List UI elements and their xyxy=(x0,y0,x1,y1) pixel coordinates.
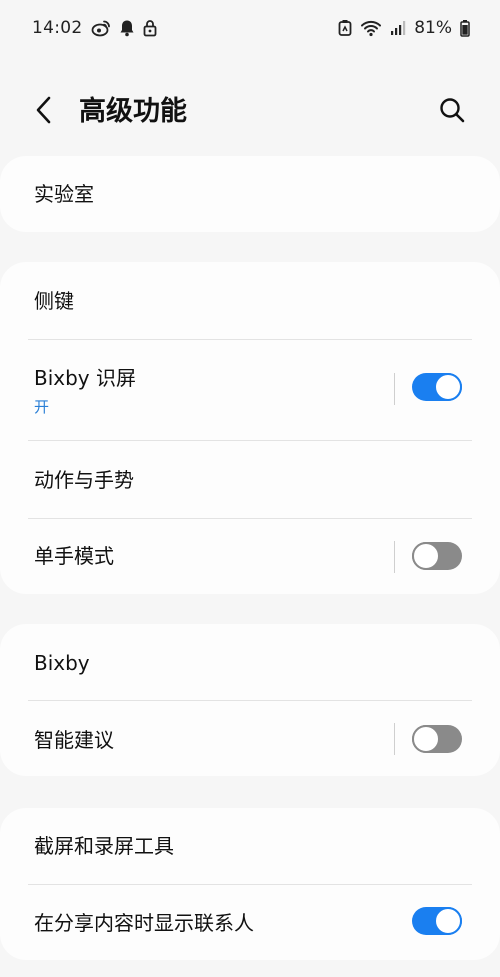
toggle-knob xyxy=(412,542,440,570)
chevron-left-icon xyxy=(34,96,54,128)
status-right: 81% xyxy=(338,18,470,38)
search-icon xyxy=(439,97,465,127)
screen: 14:02 81% 高级功能 实验室 侧键 Bixby 识屏 开 动作与手势 单… xyxy=(0,0,500,977)
row-label: Bixby xyxy=(34,651,90,675)
toggle-knob xyxy=(412,725,440,753)
one-handed-mode-toggle[interactable] xyxy=(412,542,462,570)
row-one-handed-mode[interactable]: 单手模式 xyxy=(0,519,500,594)
show-contacts-sharing-toggle[interactable] xyxy=(412,907,462,935)
nfc-icon xyxy=(338,19,352,37)
lock-icon xyxy=(143,19,157,37)
row-smart-suggestions[interactable]: 智能建议 xyxy=(0,701,500,776)
card-lab: 实验室 xyxy=(0,156,500,232)
row-label: 单手模式 xyxy=(34,544,114,568)
row-status-text: 开 xyxy=(34,398,50,416)
row-screenshot-tools[interactable]: 截屏和录屏工具 xyxy=(0,808,500,884)
card-buttons-gestures: 侧键 Bixby 识屏 开 动作与手势 单手模式 xyxy=(0,262,500,594)
toggle-knob xyxy=(434,907,462,935)
battery-icon xyxy=(460,19,470,37)
vertical-separator xyxy=(394,723,395,755)
status-left: 14:02 xyxy=(32,18,157,38)
search-button[interactable] xyxy=(430,90,474,134)
row-label: 侧键 xyxy=(34,289,74,313)
row-motions-gestures[interactable]: 动作与手势 xyxy=(0,441,500,518)
row-label: 实验室 xyxy=(34,182,94,206)
bell-icon xyxy=(119,19,135,37)
card-bixby: Bixby 智能建议 xyxy=(0,624,500,776)
row-show-contacts-sharing[interactable]: 在分享内容时显示联系人 xyxy=(0,885,500,960)
toggle-knob xyxy=(434,373,462,401)
smart-suggestions-toggle[interactable] xyxy=(412,725,462,753)
wifi-icon xyxy=(360,19,382,37)
row-label: 在分享内容时显示联系人 xyxy=(34,911,254,935)
battery-percent: 81% xyxy=(414,18,452,38)
row-label: Bixby 识屏 xyxy=(34,366,137,390)
vertical-separator xyxy=(394,373,395,405)
bixby-vision-toggle[interactable] xyxy=(412,373,462,401)
row-bixby-vision[interactable]: Bixby 识屏 开 xyxy=(0,340,500,440)
status-bar: 14:02 81% xyxy=(0,0,500,56)
header: 高级功能 xyxy=(0,80,500,144)
signal-icon xyxy=(390,20,406,36)
row-side-key[interactable]: 侧键 xyxy=(0,262,500,339)
row-label: 截屏和录屏工具 xyxy=(34,834,174,858)
vertical-separator xyxy=(394,541,395,573)
status-time: 14:02 xyxy=(32,18,83,38)
weibo-icon xyxy=(91,19,111,37)
row-label: 动作与手势 xyxy=(34,468,134,492)
card-screenshots: 截屏和录屏工具 在分享内容时显示联系人 xyxy=(0,808,500,960)
page-title: 高级功能 xyxy=(79,96,187,127)
row-label: 智能建议 xyxy=(34,728,114,752)
back-button[interactable] xyxy=(24,90,64,134)
row-lab[interactable]: 实验室 xyxy=(0,156,500,232)
row-bixby[interactable]: Bixby xyxy=(0,624,500,700)
